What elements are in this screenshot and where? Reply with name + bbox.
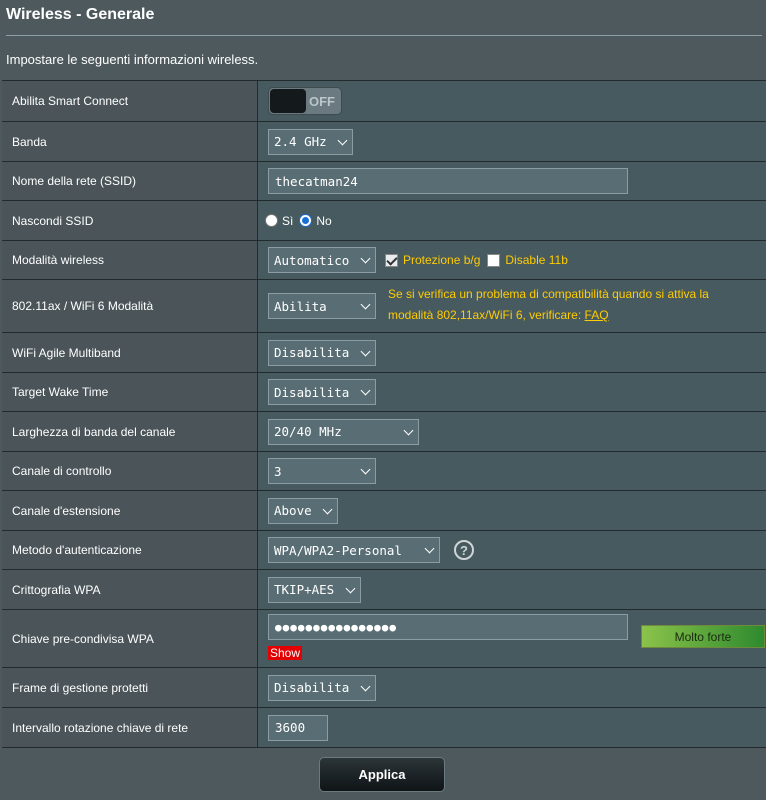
row-label: Intervallo rotazione chiave di rete <box>2 708 258 747</box>
row-wireless-mode: Modalità wireless Automatico Protezione … <box>2 241 766 280</box>
row-hide-ssid: Nascondi SSID Sì No <box>2 201 766 241</box>
toggle-state-label: OFF <box>309 94 335 109</box>
radio-label-no: No <box>316 213 332 228</box>
row-target-wake-time: Target Wake Time Disabilita <box>2 373 766 412</box>
chevron-down-icon <box>403 425 414 435</box>
chevron-down-icon <box>360 253 371 264</box>
faq-link[interactable]: FAQ <box>585 308 609 322</box>
row-wpa-encryption: Crittografia WPA TKIP+AES <box>2 570 766 610</box>
row-pmf: Frame di gestione protetti Disabilita <box>2 668 766 708</box>
wireless-mode-select[interactable]: Automatico <box>268 247 376 273</box>
select-value: Above <box>274 503 312 518</box>
row-band: Banda 2.4 GHz <box>2 122 766 162</box>
row-key-rotation: Intervallo rotazione chiave di rete 3600 <box>2 708 766 748</box>
hide-ssid-yes-radio[interactable] <box>265 214 278 227</box>
row-bandwidth: Larghezza di banda del canale 20/40 MHz <box>2 412 766 452</box>
extension-channel-select[interactable]: Above <box>268 497 338 524</box>
protection-bg-label: Protezione b/g <box>403 253 481 267</box>
page-title: Wireless - Generale <box>6 6 155 23</box>
password-strength-meter: Molto forte <box>641 625 765 648</box>
select-value: Automatico <box>274 252 350 268</box>
chevron-down-icon <box>360 464 371 475</box>
select-value: Abilita <box>274 298 327 314</box>
row-label: Target Wake Time <box>2 373 258 411</box>
row-ssid: Nome della rete (SSID) thecatman24 <box>2 162 766 201</box>
select-value: 20/40 MHz <box>274 424 342 439</box>
chevron-down-icon <box>360 681 371 691</box>
ssid-input[interactable]: thecatman24 <box>268 168 628 194</box>
bandwidth-select[interactable]: 20/40 MHz <box>268 418 419 445</box>
row-label: Nome della rete (SSID) <box>2 162 258 200</box>
row-label: Banda <box>2 122 258 161</box>
select-value: 3 <box>274 463 282 479</box>
toggle-knob <box>270 89 306 113</box>
row-label: Canale di controllo <box>2 452 258 490</box>
chevron-down-icon <box>360 346 371 356</box>
settings-table: Abilita Smart Connect OFF Banda 2.4 GHz … <box>2 80 766 748</box>
row-extension-channel: Canale d'estensione Above <box>2 491 766 531</box>
row-label: Chiave pre-condivisa WPA <box>2 610 258 667</box>
pmf-select[interactable]: Disabilita <box>268 674 376 701</box>
select-value: Disabilita <box>274 680 350 695</box>
disable-11b-label: Disable 11b <box>505 253 568 267</box>
row-label: Nascondi SSID <box>2 201 258 240</box>
help-icon[interactable]: ? <box>454 540 474 560</box>
row-label: Canale d'estensione <box>2 491 258 530</box>
select-value: TKIP+AES <box>274 582 335 597</box>
hide-ssid-no-radio[interactable] <box>299 214 313 227</box>
chevron-down-icon <box>337 135 348 145</box>
protection-bg-checkbox[interactable] <box>385 253 398 267</box>
radio-label-yes: Sì <box>282 213 294 228</box>
chevron-down-icon <box>360 299 371 310</box>
auth-method-select[interactable]: WPA/WPA2-Personal <box>268 537 440 563</box>
row-ax-mode: 802.11ax / WiFi 6 Modalità Abilita Se si… <box>2 280 766 333</box>
row-label: Frame di gestione protetti <box>2 668 258 707</box>
row-label: WiFi Agile Multiband <box>2 333 258 372</box>
row-auth-method: Metodo d'autenticazione WPA/WPA2-Persona… <box>2 531 766 570</box>
disable-11b-checkbox[interactable] <box>487 253 501 267</box>
row-label: Larghezza di banda del canale <box>2 412 258 451</box>
row-wpa-key: Chiave pre-condivisa WPA ●●●●●●●●●●●●●●●… <box>2 610 766 668</box>
chevron-down-icon <box>424 543 435 554</box>
note-line-2: modalità 802,11ax/WiFi 6, verificare: FA… <box>388 305 709 326</box>
key-rotation-input[interactable]: 3600 <box>268 714 328 741</box>
chevron-down-icon <box>360 385 371 396</box>
wpa-key-input[interactable]: ●●●●●●●●●●●●●●●● <box>268 614 628 640</box>
row-agile-multiband: WiFi Agile Multiband Disabilita <box>2 333 766 373</box>
apply-button[interactable]: Applica <box>319 757 445 792</box>
row-label: Crittografia WPA <box>2 570 258 609</box>
twt-select[interactable]: Disabilita <box>268 379 376 405</box>
chevron-down-icon <box>345 583 356 593</box>
band-select[interactable]: 2.4 GHz <box>268 128 353 155</box>
page-subtitle: Impostare le seguenti informazioni wirel… <box>6 52 259 67</box>
title-divider <box>6 35 762 36</box>
row-label: Abilita Smart Connect <box>2 81 258 121</box>
chevron-down-icon <box>322 504 333 514</box>
row-label: Metodo d'autenticazione <box>2 531 258 569</box>
ax-compat-note: Se si verifica un problema di compatibil… <box>388 284 709 326</box>
note-line-2-text: modalità 802,11ax/WiFi 6, verificare: <box>388 308 582 322</box>
row-control-channel: Canale di controllo 3 <box>2 452 766 491</box>
row-label: Modalità wireless <box>2 241 258 279</box>
select-value: WPA/WPA2-Personal <box>274 542 402 558</box>
ax-mode-select[interactable]: Abilita <box>268 293 376 319</box>
row-label: 802.11ax / WiFi 6 Modalità <box>2 280 258 332</box>
select-value: Disabilita <box>274 345 350 360</box>
control-channel-select[interactable]: 3 <box>268 458 376 484</box>
smart-connect-toggle[interactable]: OFF <box>268 87 342 115</box>
select-value: Disabilita <box>274 384 350 400</box>
show-password-button[interactable]: Show <box>268 646 303 660</box>
wpa-encryption-select[interactable]: TKIP+AES <box>268 576 361 603</box>
row-smart-connect: Abilita Smart Connect OFF <box>2 81 766 122</box>
agile-multiband-select[interactable]: Disabilita <box>268 339 376 366</box>
note-line-1: Se si verifica un problema di compatibil… <box>388 287 709 301</box>
select-value: 2.4 GHz <box>274 134 327 149</box>
